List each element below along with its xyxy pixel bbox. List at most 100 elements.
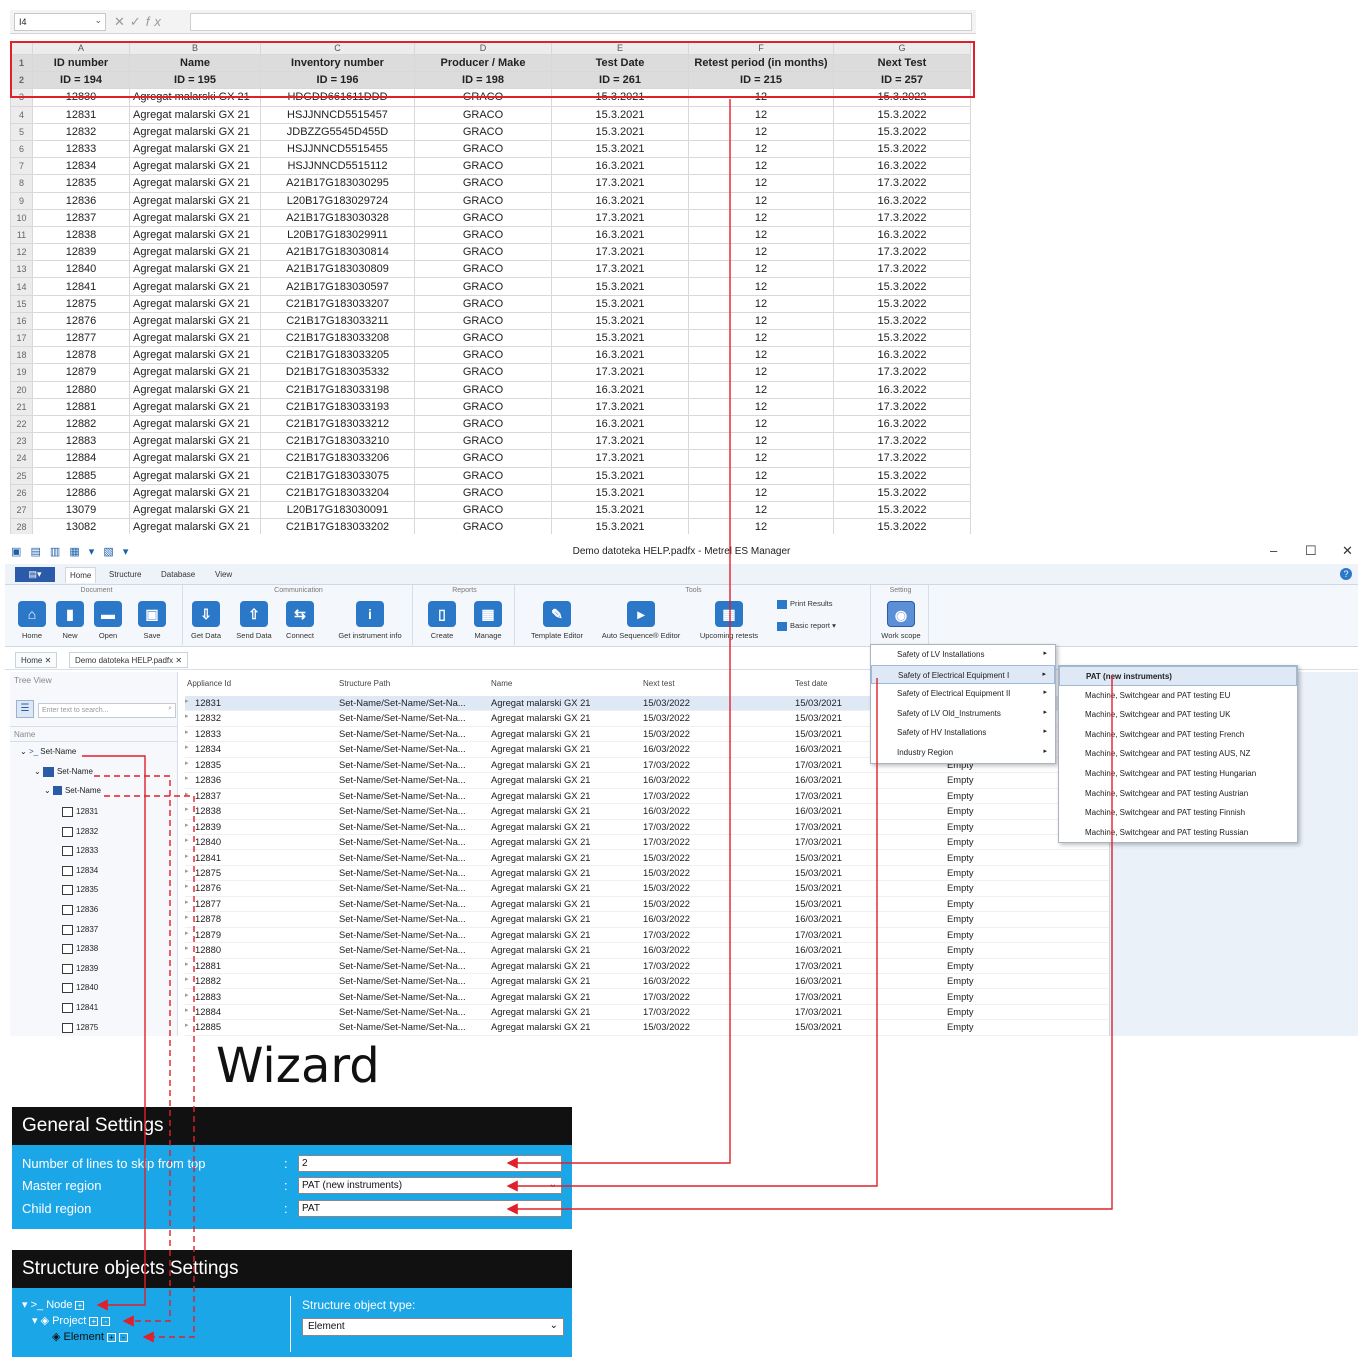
cell[interactable]: 12 xyxy=(688,208,834,227)
grid-row[interactable]: ▸ 12876 Set-Name/Set-Name/Set-Na... Agregat… xyxy=(185,881,1109,897)
template-editor-button[interactable]: ✎ Template Editor xyxy=(525,597,589,640)
close-icon[interactable]: ✕ xyxy=(175,656,182,665)
cell[interactable]: Agregat malarski GX 21 xyxy=(129,432,261,451)
cell[interactable]: 12 xyxy=(688,414,834,434)
menu-item-work-scope[interactable]: Safety of HV Installations ▸ xyxy=(871,723,1055,743)
chevron-down-icon[interactable]: ⌄ xyxy=(549,1179,557,1190)
row-number[interactable]: 13 xyxy=(10,260,33,279)
cell[interactable]: GRACO xyxy=(414,483,552,502)
new-button[interactable]: ▮ New xyxy=(49,597,91,640)
cell[interactable]: 12 xyxy=(688,105,834,124)
cell[interactable]: L20B17G183030091 xyxy=(260,500,415,520)
expand-icon[interactable]: ▸ xyxy=(185,759,189,767)
cell[interactable]: 17.3.2021 xyxy=(551,397,689,416)
maximize-icon[interactable]: ☐ xyxy=(1305,543,1317,559)
expand-icon[interactable]: ▸ xyxy=(185,836,189,844)
cell[interactable]: HSJJNNCD5515112 xyxy=(260,157,415,176)
row-number[interactable]: 11 xyxy=(10,225,33,245)
cell[interactable]: JDBZZG5545D455D xyxy=(260,122,415,141)
grid-row[interactable]: ▸ 12836 Set-Name/Set-Name/Set-Na... Agregat… xyxy=(185,773,1109,789)
cell[interactable]: 16.3.2021 xyxy=(551,346,689,365)
cell[interactable]: 15.3.2022 xyxy=(833,483,971,502)
upcoming-retests-button[interactable]: ▦ Upcoming retests xyxy=(691,597,767,640)
cell[interactable]: HSJJNNCD5515455 xyxy=(260,139,415,159)
cell[interactable]: GRACO xyxy=(414,518,552,534)
get-instrument-info-button[interactable]: i Get instrument info xyxy=(335,597,405,640)
tree-item[interactable]: 12841 xyxy=(62,1003,98,1013)
structure-node-project[interactable]: ▾ ◈ Project + - xyxy=(32,1314,111,1327)
cell[interactable]: GRACO xyxy=(414,311,552,331)
cell[interactable]: GRACO xyxy=(414,449,552,468)
cell[interactable]: Agregat malarski GX 21 xyxy=(129,243,261,262)
cell[interactable]: 16.3.2021 xyxy=(551,225,689,245)
tree-node-project[interactable]: ⌄ Set-Name xyxy=(34,767,93,777)
cell[interactable]: 16.3.2022 xyxy=(833,414,971,434)
cell[interactable]: 15.3.2022 xyxy=(833,518,971,534)
expand-icon[interactable]: ▸ xyxy=(185,852,189,860)
cell[interactable]: C21B17G183033208 xyxy=(260,328,415,348)
menu-item-work-scope[interactable]: Safety of LV Installations ▸ xyxy=(871,645,1055,665)
cell[interactable]: Agregat malarski GX 21 xyxy=(129,500,261,520)
cell[interactable]: 16.3.2022 xyxy=(833,225,971,245)
cell[interactable]: 15.3.2022 xyxy=(833,139,971,159)
cell[interactable]: C21B17G183033211 xyxy=(260,311,415,331)
collapse-icon[interactable]: - xyxy=(118,1333,128,1342)
cell[interactable]: 15.3.2022 xyxy=(833,311,971,331)
cell[interactable]: 12883 xyxy=(32,432,130,451)
fx-icon[interactable]: fx xyxy=(146,14,166,29)
tree-item[interactable]: 12840 xyxy=(62,983,98,994)
cell[interactable]: 16.3.2021 xyxy=(551,157,689,176)
cell[interactable]: 15.3.2022 xyxy=(833,500,971,520)
create-button[interactable]: ▯ Create xyxy=(421,597,463,640)
cell[interactable]: 17.3.2021 xyxy=(551,208,689,227)
cell[interactable]: 17.3.2021 xyxy=(551,363,689,382)
search-icon[interactable]: ⌕ xyxy=(168,705,172,713)
submenu-item[interactable]: Machine, Switchgear and PAT testing Russ… xyxy=(1059,823,1297,843)
tree-item[interactable]: 12834 xyxy=(62,865,98,876)
cell[interactable]: 12 xyxy=(688,432,834,451)
menu-item-work-scope[interactable]: Safety of LV Old_Instruments ▸ xyxy=(871,704,1055,724)
save-button[interactable]: ▣ Save xyxy=(131,597,173,640)
cell[interactable]: 12875 xyxy=(32,294,130,313)
cell[interactable]: 12836 xyxy=(32,191,130,210)
cell[interactable]: GRACO xyxy=(414,294,552,313)
cell[interactable]: GRACO xyxy=(414,277,552,296)
row-number[interactable]: 23 xyxy=(10,432,33,451)
column-header[interactable]: Test date xyxy=(795,679,827,688)
menu-item-work-scope[interactable]: Safety of Electrical Equipment II ▸ xyxy=(871,684,1055,704)
cell[interactable]: 12840 xyxy=(32,260,130,279)
send-data-button[interactable]: ⇧ Send Data xyxy=(233,597,275,640)
tree-item[interactable]: 12835 xyxy=(62,885,98,896)
cell[interactable]: 12 xyxy=(688,139,834,159)
cell[interactable]: GRACO xyxy=(414,397,552,416)
cell[interactable]: 15.3.2021 xyxy=(551,105,689,124)
formula-input[interactable] xyxy=(190,13,972,31)
expand-icon[interactable]: ▸ xyxy=(185,712,189,720)
cell[interactable]: 12 xyxy=(688,191,834,210)
expand-icon[interactable]: ▸ xyxy=(185,1021,189,1029)
cell[interactable]: A21B17G183030328 xyxy=(260,208,415,227)
menu-item-work-scope[interactable]: Industry Region ▸ xyxy=(871,743,1055,763)
cell[interactable]: Agregat malarski GX 21 xyxy=(129,191,261,210)
cell[interactable]: GRACO xyxy=(414,328,552,348)
cell[interactable]: D21B17G183035332 xyxy=(260,363,415,382)
row-number[interactable]: 7 xyxy=(10,157,33,176)
cell[interactable]: Agregat malarski GX 21 xyxy=(129,397,261,416)
cell[interactable]: 12 xyxy=(688,157,834,176)
cell[interactable]: 12 xyxy=(688,174,834,193)
cell[interactable]: 12 xyxy=(688,518,834,534)
cell[interactable]: 12876 xyxy=(32,311,130,331)
grid-row[interactable]: ▸ 12883 Set-Name/Set-Name/Set-Na... Agregat… xyxy=(185,990,1109,1005)
close-icon[interactable]: ✕ xyxy=(1342,543,1353,559)
grid-row[interactable]: ▸ 12839 Set-Name/Set-Name/Set-Na... Agregat… xyxy=(185,820,1109,835)
row-number[interactable]: 5 xyxy=(10,122,33,141)
cell[interactable]: GRACO xyxy=(414,225,552,245)
row-number[interactable]: 25 xyxy=(10,466,33,485)
cell[interactable]: 12884 xyxy=(32,449,130,468)
tab-home[interactable]: Home xyxy=(65,567,97,583)
tree-item[interactable]: 12875 xyxy=(62,1022,98,1033)
cell[interactable]: 16.3.2022 xyxy=(833,157,971,176)
expand-icon[interactable]: + xyxy=(75,1301,85,1310)
tree-item[interactable]: 12831 xyxy=(62,807,98,817)
cell[interactable]: C21B17G183033202 xyxy=(260,518,415,534)
